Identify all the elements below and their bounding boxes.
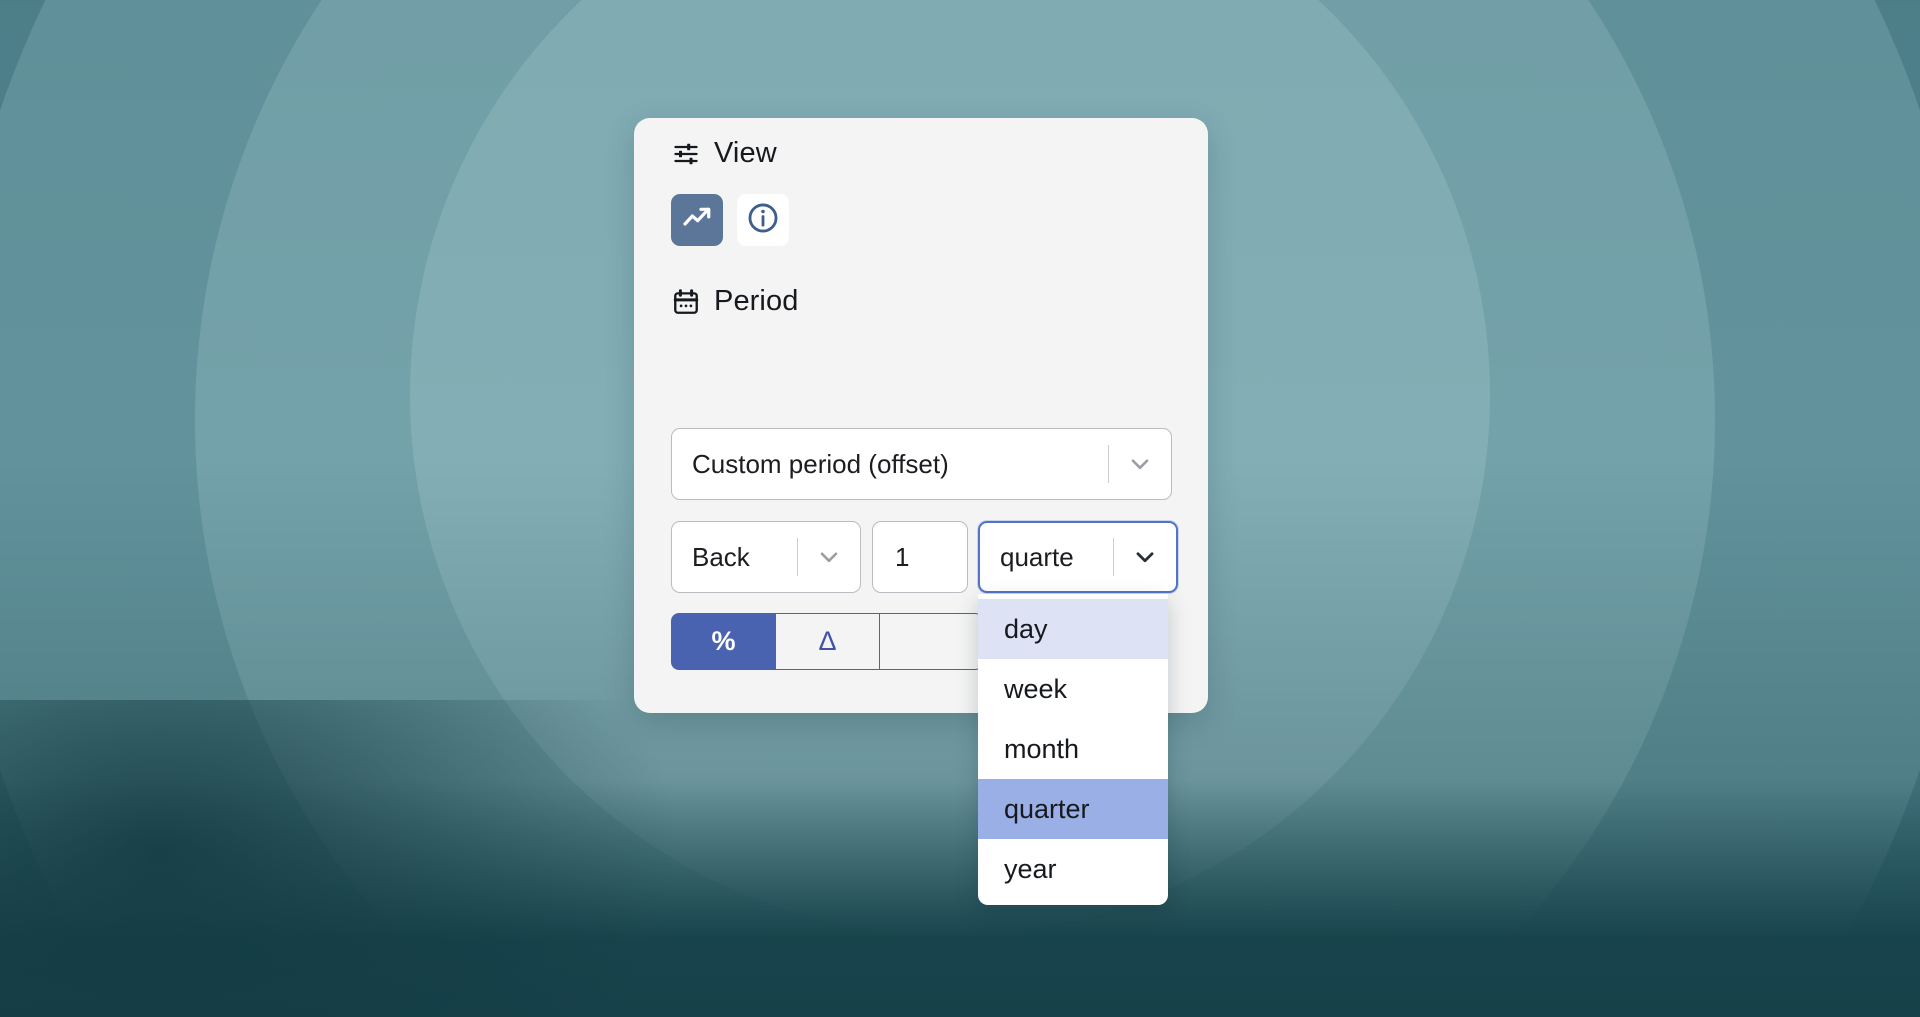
compare-mode-delta[interactable]: Δ <box>775 613 879 670</box>
info-circle-icon-button[interactable] <box>737 194 789 246</box>
period-count-value: 1 <box>895 541 910 572</box>
compare-mode-third[interactable] <box>879 613 983 670</box>
chevron-down-icon[interactable] <box>1114 544 1176 570</box>
chevron-down-icon[interactable] <box>798 544 860 570</box>
period-unit-value: quarte <box>1000 541 1074 572</box>
compare-mode-percent[interactable]: % <box>671 613 775 670</box>
screen: View Period Custom period (offset) Back … <box>0 0 1920 1017</box>
chevron-down-icon[interactable] <box>1109 451 1171 477</box>
calendar-icon <box>671 287 701 317</box>
period-direction-select[interactable]: Back <box>671 521 861 593</box>
period-preset-value: Custom period (offset) <box>692 448 949 479</box>
period-direction-value: Back <box>692 541 750 572</box>
period-section-label: Period <box>714 285 799 317</box>
dropdown-option-week[interactable]: week <box>978 659 1168 719</box>
dropdown-option-day[interactable]: day <box>978 599 1168 659</box>
period-unit-dropdown-menu: day week month quarter year <box>978 594 1168 905</box>
compare-mode-segmented-control: % Δ <box>671 613 983 670</box>
period-count-input[interactable]: 1 <box>872 521 968 593</box>
period-preset-select[interactable]: Custom period (offset) <box>671 428 1172 500</box>
dropdown-option-year[interactable]: year <box>978 839 1168 899</box>
period-unit-select[interactable]: quarte <box>978 521 1178 593</box>
view-section-heading: View <box>671 137 777 170</box>
period-section-heading: Period <box>671 285 798 318</box>
trending-up-icon <box>681 202 713 239</box>
view-mode-toggle-group <box>671 194 789 246</box>
dropdown-option-month[interactable]: month <box>978 719 1168 779</box>
sliders-icon <box>671 139 701 169</box>
view-section-label: View <box>714 137 777 169</box>
trending-up-icon-button[interactable] <box>671 194 723 246</box>
info-circle-icon <box>746 201 780 240</box>
dropdown-option-quarter[interactable]: quarter <box>978 779 1168 839</box>
